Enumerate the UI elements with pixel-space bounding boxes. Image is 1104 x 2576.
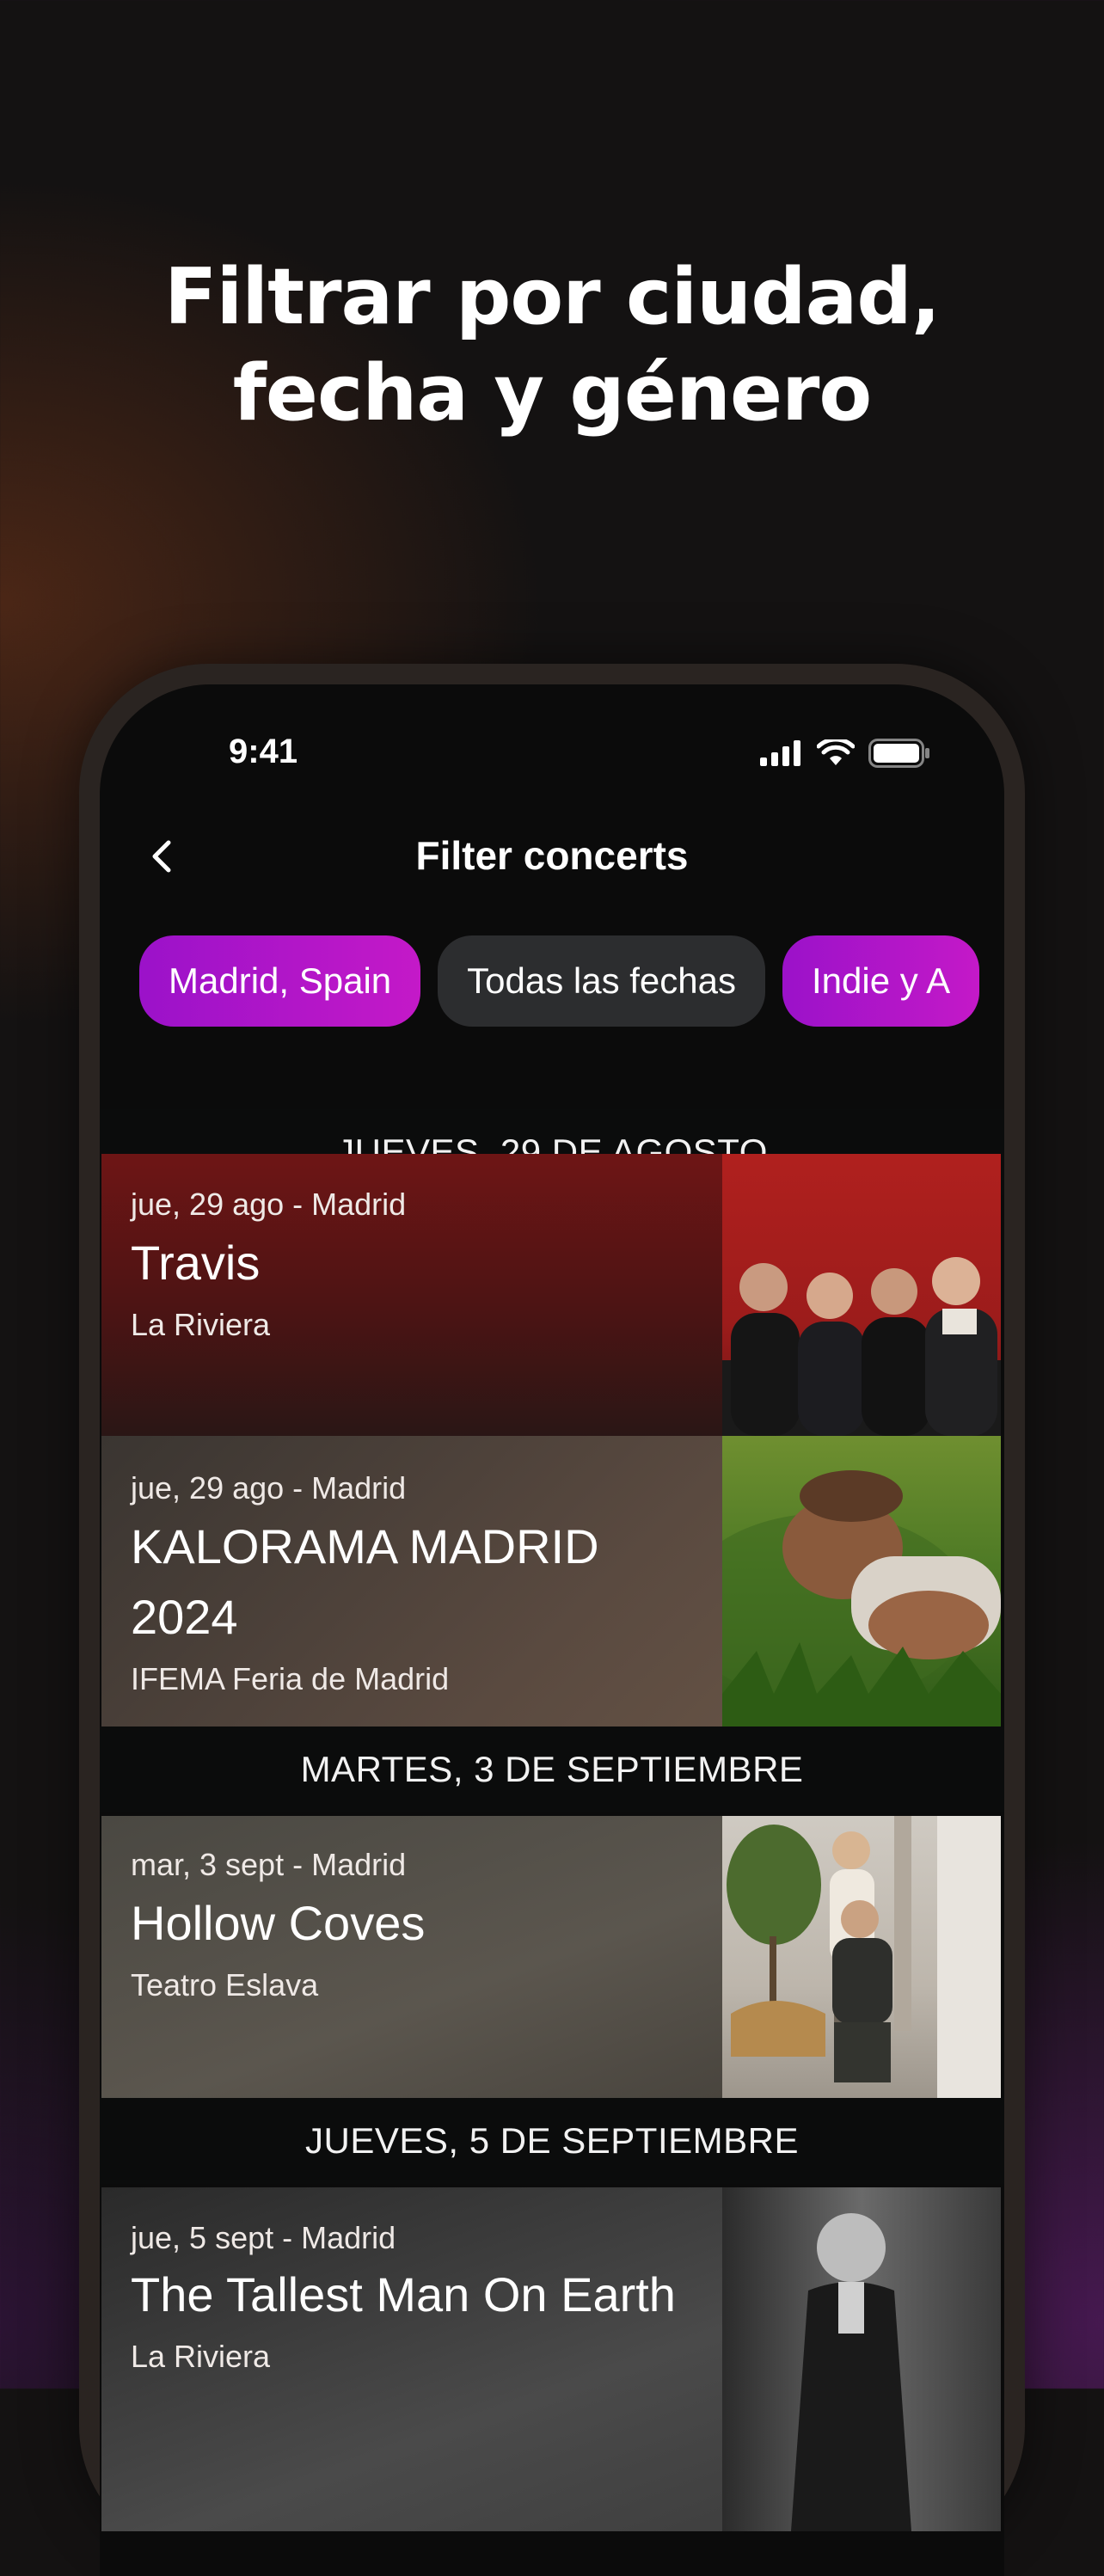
chip-dates[interactable]: Todas las fechas (438, 935, 765, 1027)
event-venue: La Riviera (131, 2339, 271, 2374)
event-meta: jue, 29 ago - Madrid (131, 1470, 407, 1506)
event-card-hollow-coves[interactable]: mar, 3 sept - Madrid Hollow Coves Teatro… (101, 1816, 1001, 2098)
battery-icon (868, 739, 929, 768)
event-meta: jue, 5 sept - Madrid (131, 2220, 396, 2255)
chip-city[interactable]: Madrid, Spain (139, 935, 421, 1027)
event-card-tallest-man[interactable]: jue, 5 sept - Madrid The Tallest Man On … (101, 2187, 1001, 2531)
filter-chips: Madrid, Spain Todas las fechas Indie y A (139, 935, 991, 1027)
event-photo (722, 1436, 1001, 1727)
date-header: JUEVES, 5 DE SEPTIEMBRE (100, 2098, 1004, 2184)
page-title: Filter concerts (415, 833, 689, 878)
event-card-kalorama[interactable]: jue, 29 ago - Madrid KALORAMA MADRID 202… (101, 1436, 1001, 1727)
headline-line-2: fecha y género (232, 348, 872, 439)
event-info: jue, 29 ago - Madrid KALORAMA MADRID 202… (101, 1436, 722, 1727)
event-photo (722, 2187, 1001, 2531)
event-title: Hollow Coves (131, 1896, 426, 1950)
headline-line-1: Filtrar por ciudad, (163, 252, 941, 342)
wifi-icon (817, 739, 855, 765)
event-meta: mar, 3 sept - Madrid (131, 1847, 407, 1882)
event-photo (722, 1154, 1001, 1436)
date-header: MARTES, 3 DE SEPTIEMBRE (100, 1727, 1004, 1812)
chip-genre[interactable]: Indie y A (782, 935, 980, 1027)
event-venue: La Riviera (131, 1307, 271, 1342)
status-icons (760, 736, 930, 770)
event-title: The Tallest Man On Earth (131, 2267, 676, 2321)
event-venue: Teatro Eslava (131, 1967, 319, 2003)
event-info: jue, 5 sept - Madrid The Tallest Man On … (101, 2187, 722, 2531)
marketing-headline: Filtrar por ciudad, fecha y género (0, 249, 1104, 442)
signal-icon (760, 740, 800, 766)
event-venue: IFEMA Feria de Madrid (131, 1661, 450, 1696)
event-card-travis[interactable]: jue, 29 ago - Madrid Travis La Riviera (101, 1154, 1001, 1436)
event-title: KALORAMA MADRID 2024 (131, 1519, 599, 1644)
event-info: mar, 3 sept - Madrid Hollow Coves Teatro… (101, 1816, 722, 2098)
event-meta: jue, 29 ago - Madrid (131, 1187, 407, 1222)
event-title: Travis (131, 1236, 261, 1290)
event-photo (722, 1816, 1001, 2098)
event-info: jue, 29 ago - Madrid Travis La Riviera (101, 1154, 722, 1436)
phone-screen: 9:41 Filter concerts Madrid, Spain Todas … (100, 684, 1004, 2576)
status-time: 9:41 (229, 733, 298, 770)
